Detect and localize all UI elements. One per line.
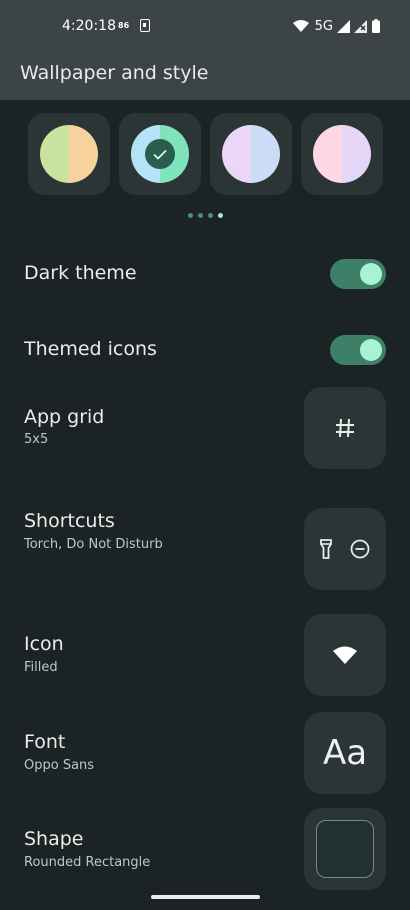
toggle-knob [360,263,382,285]
palette-option-3[interactable] [210,113,292,195]
swatch-color-b [69,125,98,183]
toggle-knob [360,339,382,361]
font-label: Font [24,731,66,753]
shortcuts-value: Torch, Do Not Disturb [24,537,163,552]
palette-swatch [40,125,98,183]
swatch-color-a [40,125,69,183]
grid-icon [336,418,354,438]
sim-card-icon [140,19,150,32]
themed-icons-label: Themed icons [24,338,157,360]
cell-signal-no-data-icon [354,19,367,33]
dark-theme-label: Dark theme [24,262,137,284]
dark-theme-toggle[interactable] [330,259,386,289]
network-type-label: 5G [314,18,333,34]
font-preview: Aa [322,733,368,773]
font-value: Oppo Sans [24,758,95,773]
wifi-signal-icon [292,20,309,32]
font-tile[interactable]: Aa [304,712,386,794]
cell-signal-icon [337,19,350,33]
swatch-color-a [222,125,251,183]
swatch-color-b [342,125,371,183]
shape-preview [316,820,374,878]
status-icons: 5G [292,17,380,35]
palette-swatch [222,125,280,183]
palette-swatch [131,125,189,183]
wifi-icon [333,646,357,664]
home-indicator[interactable] [151,895,260,899]
shortcuts-tile[interactable] [304,508,386,590]
color-palette-carousel[interactable] [28,113,384,195]
icon-style-label: Icon [24,633,64,655]
app-grid-value: 5x5 [24,432,49,447]
palette-swatch [313,125,371,183]
icon-style-value: Filled [24,660,58,675]
status-bar: 4:20:18 86 5G [0,0,410,52]
palette-option-4[interactable] [301,113,383,195]
status-time: 4:20:18 [62,18,116,34]
shape-label: Shape [24,828,84,850]
shape-tile[interactable] [304,808,386,890]
icon-style-tile[interactable] [304,614,386,696]
shape-value: Rounded Rectangle [24,855,151,870]
palette-option-2[interactable] [119,113,201,195]
themed-icons-toggle[interactable] [330,335,386,365]
battery-icon [372,19,380,33]
carousel-page-indicator [188,213,223,218]
page-title: Wallpaper and style [20,62,209,84]
torch-icon [320,539,332,559]
app-grid-tile[interactable] [304,387,386,469]
page-dot-active [218,213,223,218]
page-dot [188,213,193,218]
selected-check-icon [145,139,175,169]
page-dot [208,213,213,218]
swatch-color-a [313,125,342,183]
shortcuts-label: Shortcuts [24,510,115,532]
app-bar: Wallpaper and style [0,52,410,100]
do-not-disturb-icon [350,539,370,559]
app-grid-label: App grid [24,406,105,428]
palette-option-1[interactable] [28,113,110,195]
notification-count-badge: 86 [118,21,130,30]
swatch-color-b [251,125,280,183]
page-dot [198,213,203,218]
